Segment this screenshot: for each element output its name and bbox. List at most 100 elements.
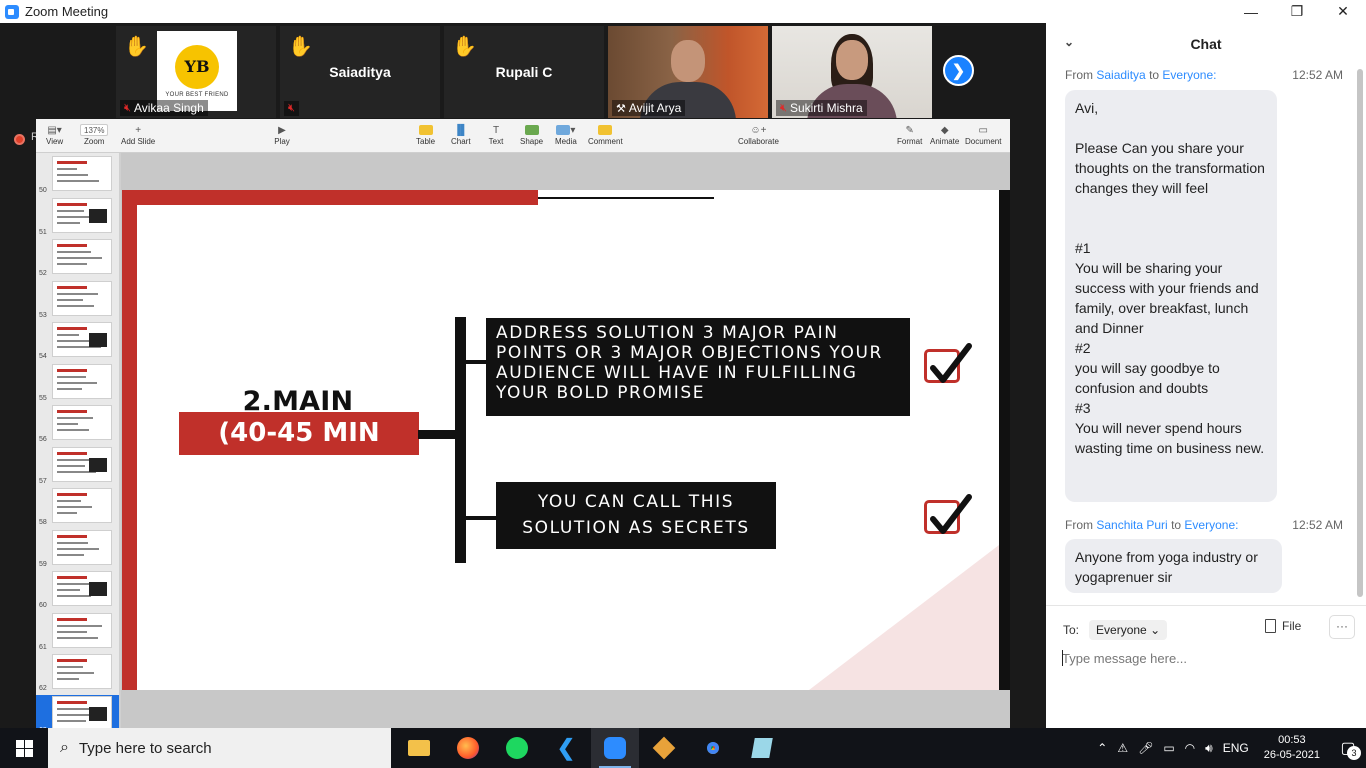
slide-thumbnail[interactable]: 57 — [36, 446, 119, 487]
file-explorer-app[interactable] — [395, 728, 443, 768]
minimize-button[interactable]: — — [1228, 0, 1274, 23]
message-recipient[interactable]: Everyone: — [1162, 68, 1216, 82]
slide-thumbnail[interactable]: 61 — [36, 612, 119, 653]
chat-scrollbar[interactable] — [1357, 69, 1363, 597]
media-label: Media — [555, 137, 577, 146]
slide-thumbnail[interactable]: 59 — [36, 529, 119, 570]
action-center-button[interactable]: ▢ 3 — [1330, 728, 1366, 768]
zoom-button[interactable]: 137% Zoom — [80, 123, 109, 146]
thumbnail-text-line — [57, 636, 98, 639]
slide-thumbnail[interactable]: 53 — [36, 280, 119, 321]
shape-button[interactable]: Shape — [520, 123, 543, 146]
volume-icon[interactable]: 🔊︎ — [1200, 741, 1218, 756]
media-button[interactable]: ▾ Media — [555, 123, 577, 147]
close-button[interactable]: ✕ — [1320, 0, 1366, 23]
document-button[interactable]: ▭ Document — [965, 123, 1001, 147]
animate-label: Animate — [930, 137, 960, 146]
slide-thumbnail[interactable]: 50 — [36, 155, 119, 196]
file-button[interactable]: File — [1265, 619, 1301, 633]
chat-message-input[interactable] — [1062, 647, 1352, 669]
raised-hand-icon: ✋ — [124, 36, 149, 58]
format-button[interactable]: ✎ Format — [897, 123, 922, 147]
participant-label: 🔇︎ Avikaa Singh — [120, 100, 208, 116]
taskbar-search[interactable]: ⌕ Type here to search — [48, 728, 391, 768]
slide-thumbnail[interactable]: 56 — [36, 404, 119, 445]
thumbnail-text-line — [57, 381, 97, 384]
slide-thumbnail-preview — [52, 280, 112, 316]
start-button[interactable] — [0, 728, 48, 768]
git-icon — [652, 736, 676, 760]
wifi-icon[interactable]: ◠ — [1180, 741, 1200, 755]
chat-header: ⌄ Chat — [1046, 23, 1366, 65]
maximize-button[interactable]: ❐ — [1274, 0, 1320, 23]
participant-label: 🔇︎ Sukirti Mishra — [776, 100, 867, 116]
zoom-app[interactable] — [591, 728, 639, 768]
slide-thumbnail[interactable]: 58 — [36, 487, 119, 528]
thumbnail-text-line — [57, 263, 87, 265]
thumbnail-accent — [57, 410, 87, 413]
play-button[interactable]: ▶ Play — [274, 123, 290, 147]
comment-button[interactable]: Comment — [588, 123, 623, 146]
battery-icon[interactable]: ▭ — [1158, 741, 1179, 755]
thumbnail-text-line — [57, 168, 77, 170]
animate-button[interactable]: ◆ Animate — [930, 123, 960, 147]
participant-tile-sukirti[interactable]: 🔇︎ Sukirti Mishra — [772, 26, 932, 118]
slide-canvas: 2.MAIN COURSE (40-45 MIN MAX) ADDRESS SO… — [121, 153, 1010, 728]
notes-app[interactable] — [738, 728, 786, 768]
chart-button[interactable]: ▐▌ Chart — [451, 123, 471, 147]
thumbnail-accent — [57, 700, 87, 704]
muted-mic-icon: 🔇︎ — [780, 101, 787, 114]
message-recipient[interactable]: Everyone: — [1184, 518, 1238, 532]
table-button[interactable]: Table — [416, 123, 435, 146]
thumbnail-text-line — [57, 251, 91, 253]
thumbnail-text-line — [57, 334, 79, 336]
chat-title: Chat — [1190, 36, 1222, 52]
branch-line — [465, 516, 497, 520]
slide-thumbnail[interactable]: 63 — [36, 694, 119, 728]
spotify-app[interactable] — [493, 728, 541, 768]
git-app[interactable] — [640, 728, 688, 768]
chrome-app[interactable] — [689, 728, 737, 768]
network-warning-icon[interactable]: ⚠︎ — [1112, 741, 1133, 755]
chevron-down-icon[interactable]: ⌄ — [1064, 35, 1074, 49]
chat-panel: ⌄ Chat From Saiaditya to Everyone: 12:52… — [1046, 23, 1366, 728]
collaborate-button[interactable]: ☺+ Collaborate — [738, 123, 779, 147]
firefox-app[interactable] — [444, 728, 492, 768]
slide-thumbnail[interactable]: 54 — [36, 321, 119, 362]
slide-thumbnail-preview — [52, 529, 112, 565]
logo-caption: YOUR BEST FRIEND — [165, 91, 229, 98]
meeting-area: YB YOUR BEST FRIEND ✋ 🔇︎ Avikaa Singh ✋ … — [0, 23, 1046, 728]
slide-thumbnail[interactable]: 55 — [36, 363, 119, 404]
microphone-icon[interactable]: 🎤︎ — [1133, 741, 1158, 755]
thumbnail-text-line — [57, 630, 87, 633]
text-button[interactable]: T Text — [488, 123, 504, 147]
slide-thumbnail-preview — [52, 571, 112, 606]
taskbar-clock[interactable]: 00:53 26-05-2021 — [1254, 733, 1330, 763]
slide-thumbnail[interactable]: 51 — [36, 197, 119, 238]
message-sender[interactable]: Sanchita Puri — [1096, 518, 1167, 532]
view-button[interactable]: ▤▾ View — [46, 123, 63, 147]
language-indicator[interactable]: ENG — [1218, 741, 1254, 755]
more-options-button[interactable]: ··· — [1329, 615, 1355, 639]
participant-name: Avikaa Singh — [133, 101, 204, 115]
slide-thumbnail[interactable]: 60 — [36, 570, 119, 611]
vscode-app[interactable]: ❮ — [542, 728, 590, 768]
thumbnail-text-line — [57, 547, 99, 550]
slide-thumbnail[interactable]: 62 — [36, 653, 119, 694]
thumbnail-text-line — [57, 417, 93, 419]
show-hidden-icons-icon[interactable]: ⌃ — [1092, 741, 1112, 755]
thumbnail-text-line — [57, 553, 84, 556]
participant-tile-avijit[interactable]: ⚒︎ Avijit Arya — [608, 26, 768, 118]
to-word: to — [1171, 518, 1182, 532]
animate-icon: ◆ — [940, 124, 949, 136]
participant-tile-rupali[interactable]: ✋ Rupali C — [444, 26, 604, 118]
table-label: Table — [416, 137, 436, 146]
next-participants-arrow-icon[interactable]: ❯ — [943, 55, 974, 86]
slide-thumbnail[interactable]: 52 — [36, 238, 119, 279]
add-slide-button[interactable]: + Add Slide — [121, 123, 155, 147]
message-sender[interactable]: Saiaditya — [1096, 68, 1145, 82]
spotify-icon — [506, 737, 528, 759]
participant-tile-avikaa[interactable]: YB YOUR BEST FRIEND ✋ 🔇︎ Avikaa Singh — [116, 26, 276, 118]
recipient-select[interactable]: Everyone ⌄ — [1089, 620, 1168, 640]
participant-tile-saiaditya[interactable]: ✋ Saiaditya 🔇︎ — [280, 26, 440, 118]
